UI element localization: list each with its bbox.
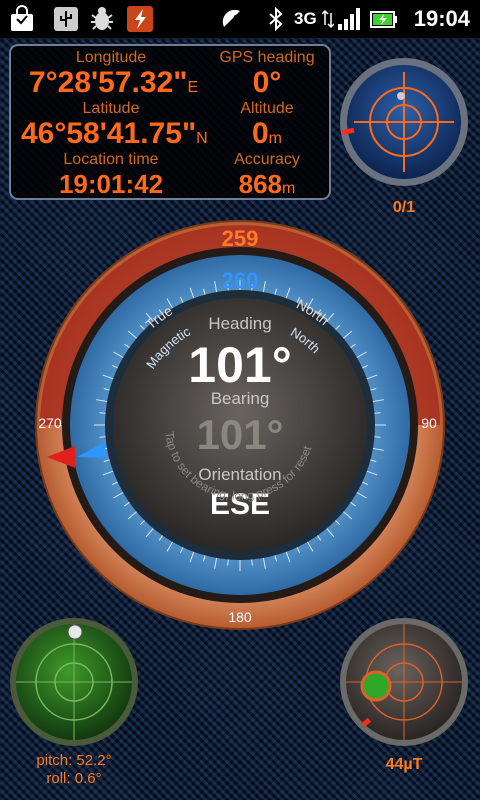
altitude-number: 0 <box>251 117 269 150</box>
magnetometer[interactable] <box>338 612 470 752</box>
accuracy-unit: m <box>282 180 296 197</box>
flash-app-icon[interactable] <box>126 5 154 33</box>
compass-tick <box>99 436 106 438</box>
roll-value: roll: 0.6° <box>46 770 102 787</box>
bearing-label: Bearing <box>211 389 270 408</box>
gps-heading-label: GPS heading <box>219 49 315 66</box>
compass[interactable]: True North 259 Magnetic North 260 270 90… <box>35 220 445 630</box>
satellite-radar[interactable] <box>338 56 470 188</box>
status-bar: 3G 19:04 <box>0 0 480 38</box>
mag-field-value: 44µT <box>385 756 423 773</box>
latitude-label: Latitude <box>82 100 140 117</box>
bluetooth-icon <box>269 6 283 32</box>
heading-value: 101° <box>188 337 291 393</box>
satellite-count: 0/1 <box>392 199 416 216</box>
altitude-label: Altitude <box>240 100 294 117</box>
compass-tick <box>374 436 381 438</box>
longitude-value: 7°28'57.32"E <box>29 66 198 100</box>
status-time: 19:04 <box>413 6 470 31</box>
pitch-value: pitch: 52.2° <box>36 752 112 769</box>
gps-heading-value: 0° <box>252 66 282 99</box>
latitude-direction: N <box>196 130 208 147</box>
magnetic-heading-value: 260 <box>222 268 259 293</box>
longitude-direction: E <box>187 79 199 96</box>
compass-tick <box>374 412 381 414</box>
gps-satellite-icon <box>222 9 240 27</box>
location-info-panel[interactable]: Longitude 7°28'57.32"E GPS heading 0° La… <box>9 44 331 200</box>
level-bubble <box>67 624 83 640</box>
accuracy-number: 868 <box>238 169 283 199</box>
accuracy-value: 868m <box>211 169 323 200</box>
accuracy-label: Accuracy <box>234 151 300 168</box>
shopping-bag-icon[interactable] <box>8 5 36 33</box>
compass-tick <box>251 559 253 566</box>
network-type: 3G <box>294 9 317 28</box>
location-time-value: 19:01:42 <box>58 169 164 199</box>
satellite-dot <box>397 92 405 100</box>
compass-tick <box>227 559 229 566</box>
bug-icon[interactable] <box>88 5 116 33</box>
location-time-label: Location time <box>63 151 159 168</box>
cardinal-east: 90 <box>421 415 437 431</box>
bearing-value: 101° <box>197 411 284 458</box>
battery-charging-icon <box>370 11 397 28</box>
altitude-unit: m <box>268 130 282 147</box>
signal-icon <box>338 8 360 30</box>
true-heading-value: 259 <box>222 226 259 251</box>
orientation-label: Orientation <box>198 465 281 484</box>
usb-icon[interactable] <box>52 5 80 33</box>
cardinal-south: 180 <box>228 609 252 625</box>
altitude-value: 0m <box>211 117 323 151</box>
longitude-label: Longitude <box>75 49 147 66</box>
bubble-level[interactable] <box>8 612 140 752</box>
heading-label: Heading <box>208 314 271 333</box>
latitude-value: 46°58'41.75"N <box>21 117 208 151</box>
latitude-number: 46°58'41.75" <box>21 117 197 150</box>
cardinal-west: 270 <box>38 415 62 431</box>
mag-field-dot <box>360 670 392 702</box>
data-arrows-icon <box>322 9 334 29</box>
longitude-number: 7°28'57.32" <box>29 66 188 99</box>
level-readout: pitch: 52.2° roll: 0.6° <box>14 752 134 788</box>
compass-tick <box>99 412 106 414</box>
